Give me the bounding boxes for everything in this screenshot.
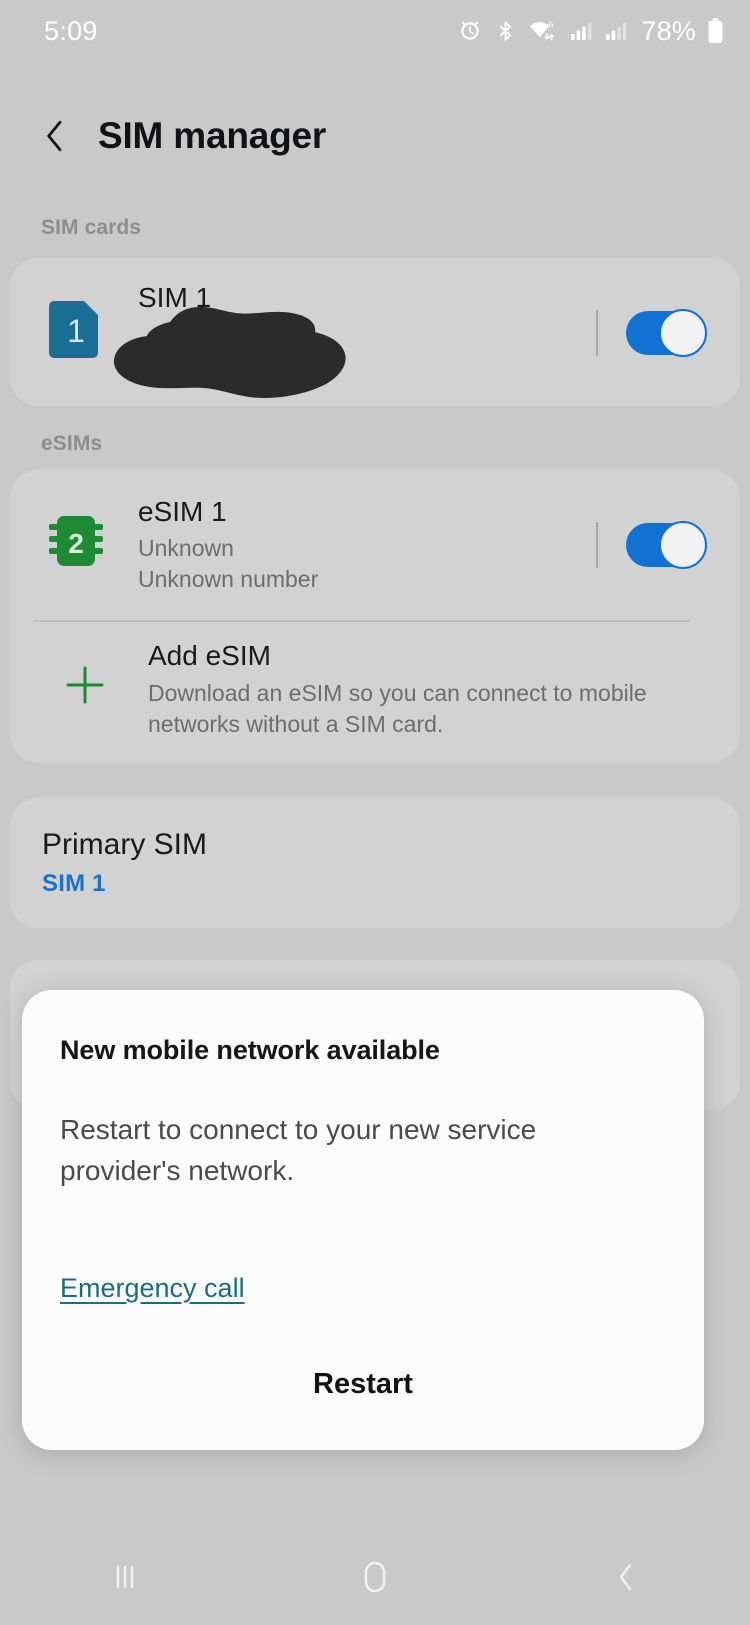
signal-icon-2 (604, 18, 628, 44)
status-bar-icons: 6 78% (457, 16, 724, 47)
sim-1-badge-icon: 1 (48, 298, 104, 365)
esim-1-toggle-divider (596, 522, 598, 568)
restart-button[interactable]: Restart (22, 1368, 704, 1401)
back-arrow-icon[interactable] (38, 116, 72, 156)
svg-text:2: 2 (68, 528, 84, 559)
esim-2-badge-icon: 2 (48, 512, 104, 575)
esim-1-row[interactable]: 2 eSIM 1 Unknown Unknown number (10, 470, 740, 620)
nav-back-button[interactable] (570, 1529, 680, 1625)
add-esim-row[interactable]: Add eSIM Download an eSIM so you can con… (10, 622, 740, 762)
esim-card: 2 eSIM 1 Unknown Unknown number Add eSIM… (10, 470, 740, 762)
esim-1-title: eSIM 1 (138, 496, 227, 527)
sim-1-toggle-knob (659, 309, 707, 357)
primary-sim-label: Primary SIM (42, 828, 207, 861)
alarm-icon (457, 18, 483, 44)
esim-1-toggle-knob (659, 521, 707, 569)
emergency-call-link[interactable]: Emergency call (60, 1273, 245, 1304)
section-label-esims: eSIMs (41, 432, 103, 455)
add-esim-title: Add eSIM (148, 640, 271, 671)
page-title: SIM manager (98, 115, 327, 156)
dialog-body-text: Restart to connect to your new service p… (60, 1114, 537, 1186)
bluetooth-icon (494, 18, 517, 44)
plus-icon (62, 662, 108, 713)
esim-1-text-block: eSIM 1 Unknown Unknown number (138, 496, 318, 595)
recents-button[interactable] (70, 1529, 180, 1625)
battery-icon (707, 17, 724, 45)
app-bar: SIM manager (0, 96, 750, 176)
home-button[interactable] (320, 1529, 430, 1625)
esim-1-toggle-group[interactable] (596, 521, 707, 569)
esim-1-toggle[interactable] (626, 521, 707, 569)
phone-screen: 5:09 6 78% SIM manager SIM cards 1 SIM 1… (0, 0, 750, 1625)
sim-1-toggle-group[interactable] (596, 309, 707, 357)
signal-icon-1 (569, 18, 593, 44)
add-esim-description: Download an eSIM so you can connect to m… (148, 680, 647, 738)
sim-1-toggle[interactable] (626, 309, 707, 357)
section-label-sim-cards: SIM cards (41, 216, 142, 239)
new-network-dialog: New mobile network available Restart to … (22, 990, 704, 1450)
status-bar: 5:09 6 78% (0, 0, 750, 62)
sim-card-1-row[interactable]: 1 SIM 1 (10, 258, 740, 406)
primary-sim-text-block: Primary SIM SIM 1 (42, 828, 207, 898)
sim-1-toggle-divider (596, 310, 598, 356)
dialog-title: New mobile network available (60, 1035, 440, 1065)
primary-sim-value: SIM 1 (42, 870, 106, 897)
primary-sim-card[interactable]: Primary SIM SIM 1 (10, 798, 740, 928)
status-bar-clock: 5:09 (44, 15, 98, 46)
redaction-scribble (110, 300, 370, 405)
esim-1-subtitle-carrier: Unknown (138, 535, 234, 562)
wifi-icon: 6 (528, 18, 558, 44)
esim-1-subtitle-number: Unknown number (138, 566, 319, 593)
svg-text:6: 6 (549, 20, 554, 30)
battery-percent-label: 78% (641, 15, 696, 46)
svg-text:1: 1 (67, 313, 85, 349)
system-navigation-bar (0, 1529, 750, 1625)
add-esim-text-block: Add eSIM Download an eSIM so you can con… (148, 640, 668, 740)
